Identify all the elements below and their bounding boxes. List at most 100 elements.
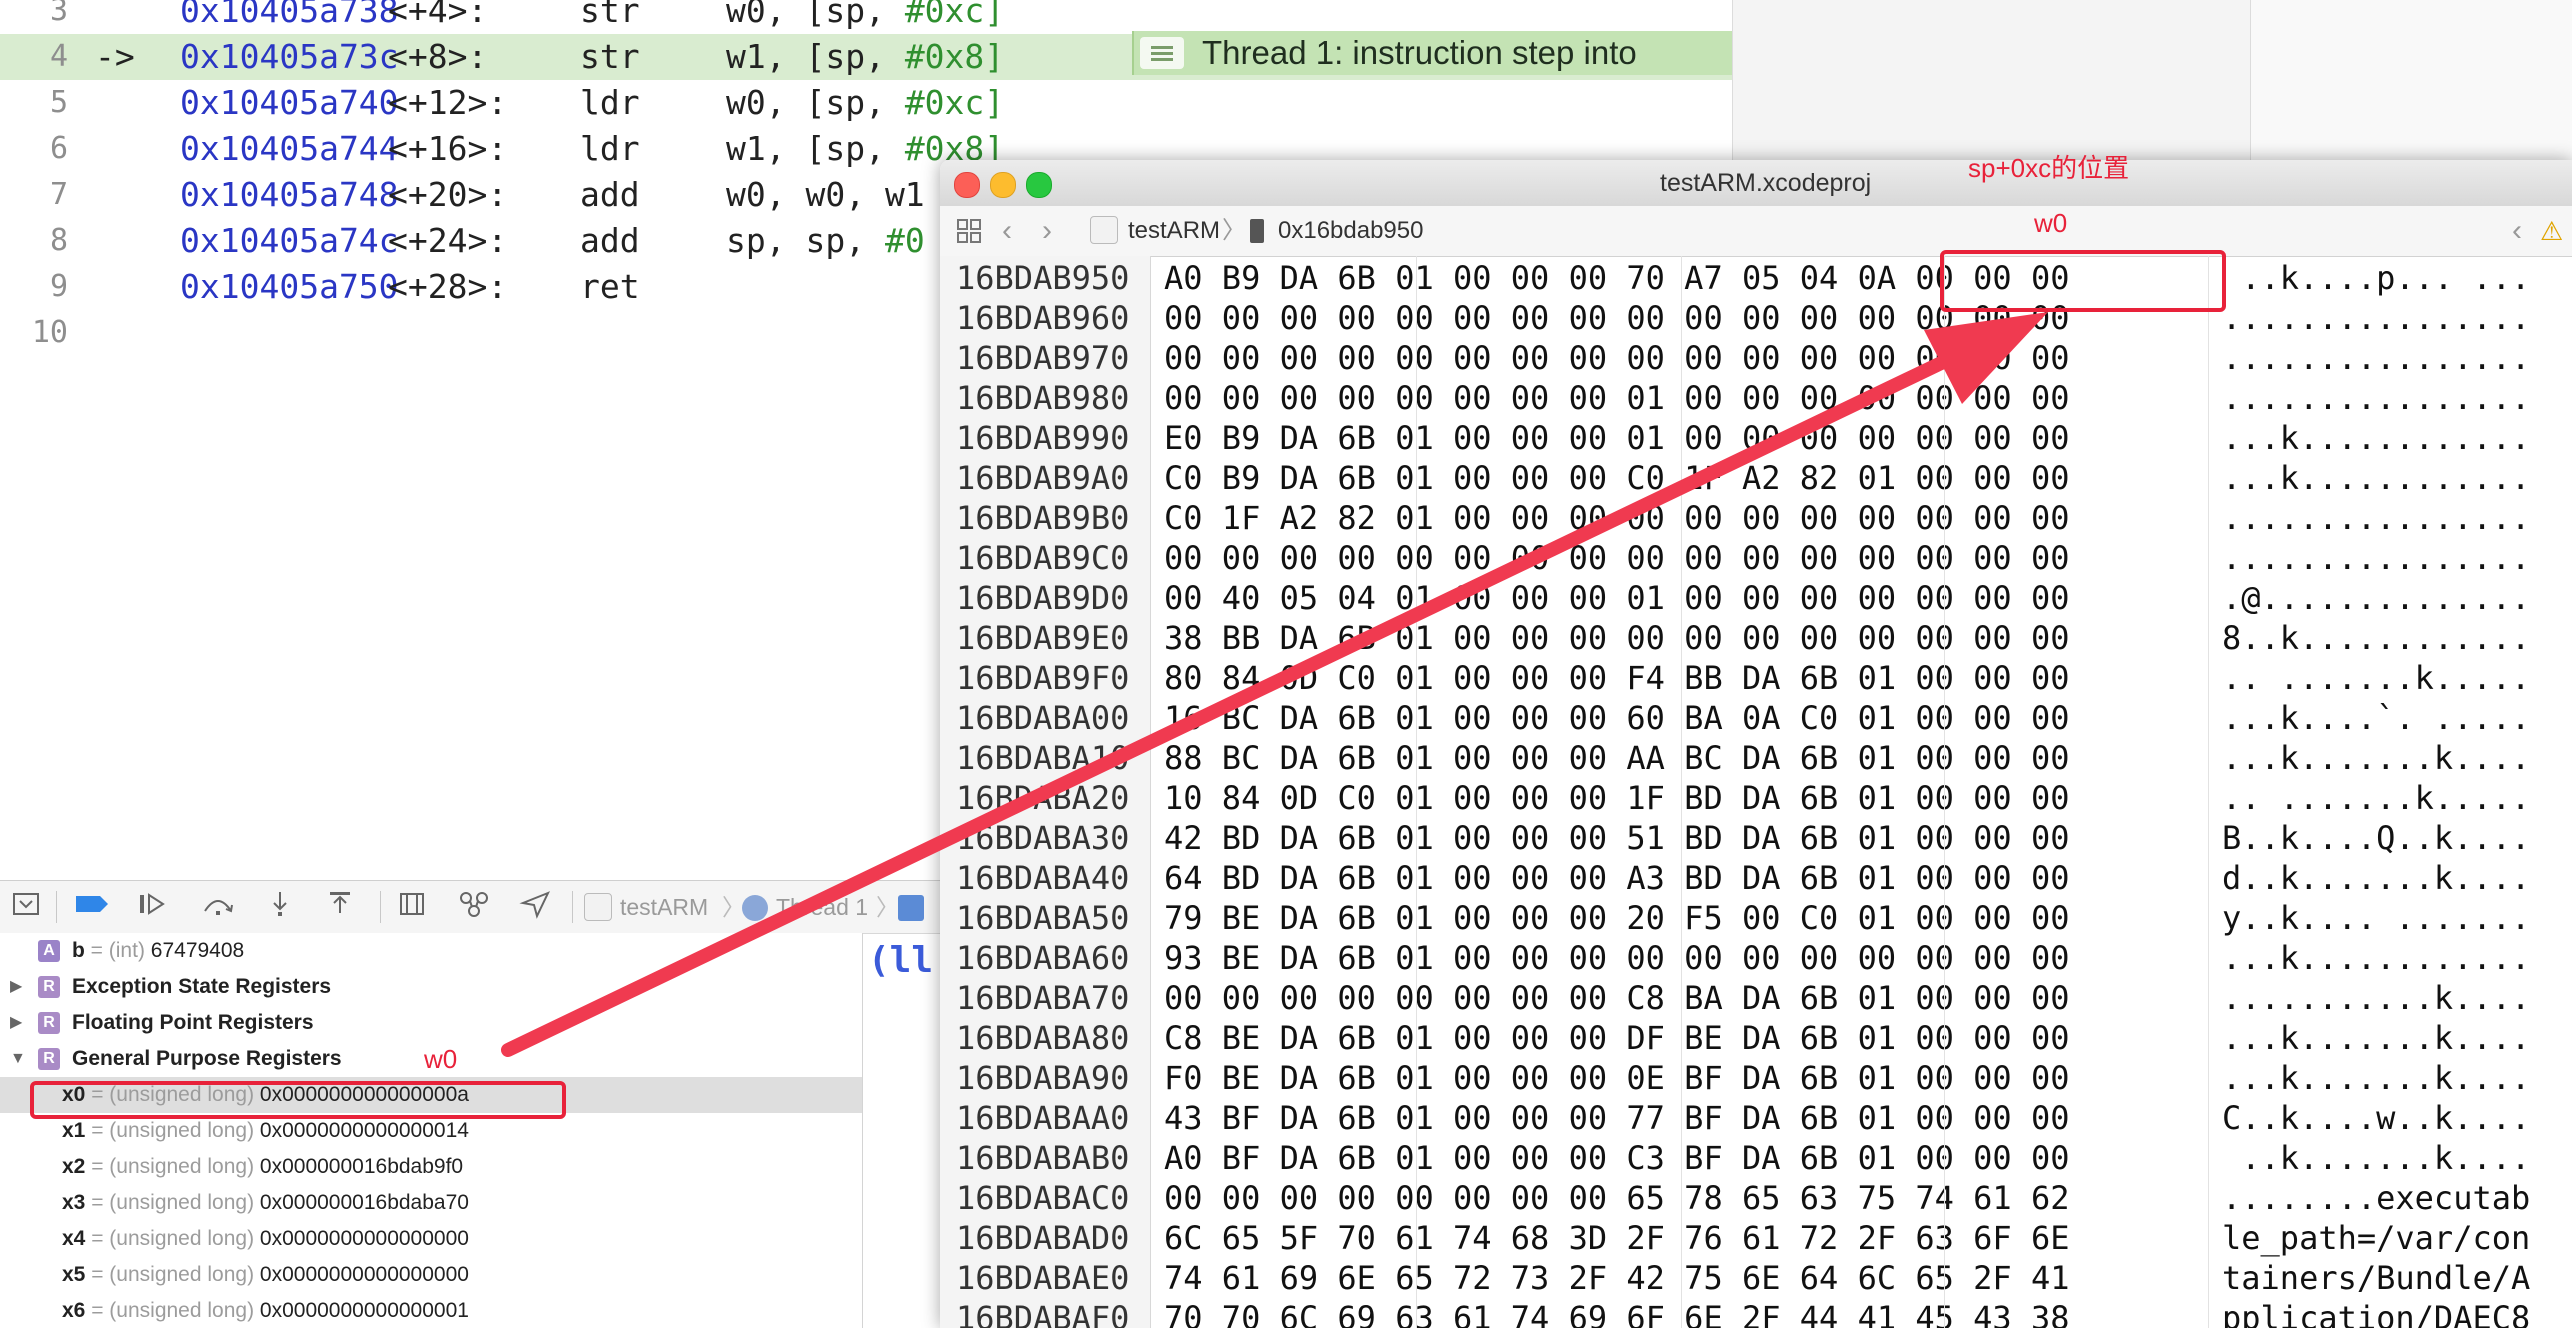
memory-graph-icon[interactable] — [452, 889, 496, 925]
memory-hex-bytes[interactable]: A0 B9 DA 6B 01 00 00 00 70 A7 05 04 0A 0… — [1164, 258, 2069, 298]
memory-hex-bytes[interactable]: C0 1F A2 82 01 00 00 00 00 00 00 00 00 0… — [1164, 498, 2069, 538]
memory-ascii[interactable]: ...........k.... — [2222, 978, 2530, 1018]
memory-row[interactable]: 16BDABA40 64 BD DA 6B 01 00 00 00 A3 BD D… — [940, 858, 2572, 898]
memory-row[interactable]: 16BDABAB0 A0 BF DA 6B 01 00 00 00 C3 BF D… — [940, 1138, 2572, 1178]
memory-ascii[interactable]: ..k....p... ... — [2222, 258, 2530, 298]
memory-hex-bytes[interactable]: C8 BE DA 6B 01 00 00 00 DF BE DA 6B 01 0… — [1164, 1018, 2069, 1058]
memory-hex-bytes[interactable]: 00 00 00 00 00 00 00 00 65 78 65 63 75 7… — [1164, 1178, 2069, 1218]
memory-row[interactable]: 16BDAB9F0 80 84 0D C0 01 00 00 00 F4 BB D… — [940, 658, 2572, 698]
memory-row[interactable]: 16BDABA90 F0 BE DA 6B 01 00 00 00 0E BF D… — [940, 1058, 2572, 1098]
memory-hex-bytes[interactable]: 16 BC DA 6B 01 00 00 00 60 BA 0A C0 01 0… — [1164, 698, 2069, 738]
memory-ascii[interactable]: tainers/Bundle/A — [2222, 1258, 2530, 1298]
memory-row[interactable]: 16BDABA70 00 00 00 00 00 00 00 00 C8 BA D… — [940, 978, 2572, 1018]
memory-ascii[interactable]: le_path=/var/con — [2222, 1218, 2530, 1258]
breadcrumb-thread[interactable]: Thread 1 — [742, 889, 868, 925]
register-row[interactable]: x4 = (unsigned long) 0x0000000000000000 — [0, 1221, 862, 1257]
close-window-button[interactable] — [954, 172, 980, 198]
memory-hex-bytes[interactable]: 74 61 69 6E 65 72 73 2F 42 75 6E 64 6C 6… — [1164, 1258, 2069, 1298]
register-row[interactable]: x3 = (unsigned long) 0x000000016bdaba70 — [0, 1185, 862, 1221]
memory-hex-bytes[interactable]: 93 BE DA 6B 01 00 00 00 00 00 00 00 00 0… — [1164, 938, 2069, 978]
breadcrumb-project[interactable]: testARM — [584, 889, 708, 925]
back-arrow-icon[interactable]: ‹ — [1002, 206, 1012, 256]
memory-hex-bytes[interactable]: 6C 65 5F 70 61 74 68 3D 2F 76 61 72 2F 6… — [1164, 1218, 2069, 1258]
memory-row[interactable]: 16BDAB980 00 00 00 00 00 00 00 00 01 00 0… — [940, 378, 2572, 418]
memory-ascii[interactable]: ..k.......k.... — [2222, 1138, 2530, 1178]
memory-row[interactable]: 16BDABAE0 74 61 69 6E 65 72 73 2F 42 75 6… — [940, 1258, 2572, 1298]
memory-hex-bytes[interactable]: 00 00 00 00 00 00 00 00 C8 BA DA 6B 01 0… — [1164, 978, 2069, 1018]
memory-row[interactable]: 16BDABA60 93 BE DA 6B 01 00 00 00 00 00 0… — [940, 938, 2572, 978]
simulate-location-icon[interactable] — [514, 889, 558, 925]
memory-row[interactable]: 16BDABA10 88 BC DA 6B 01 00 00 00 AA BC D… — [940, 738, 2572, 778]
memory-ascii[interactable]: ...k....`. ..... — [2222, 698, 2530, 738]
memory-ascii[interactable]: .. .......k..... — [2222, 658, 2530, 698]
memory-ascii[interactable]: .. .......k..... — [2222, 778, 2530, 818]
register-row[interactable]: x2 = (unsigned long) 0x000000016bdab9f0 — [0, 1149, 862, 1185]
memory-row[interactable]: 16BDAB9E0 38 BB DA 6B 01 00 00 00 00 00 0… — [940, 618, 2572, 658]
register-group-row[interactable]: ▶ R Exception State Registers — [0, 969, 862, 1005]
memory-ascii[interactable]: B..k....Q..k.... — [2222, 818, 2530, 858]
nav-back-icon[interactable]: ‹ — [2512, 206, 2522, 256]
memory-ascii[interactable]: ...k.......k.... — [2222, 1058, 2530, 1098]
memory-row[interactable]: 16BDABAF0 70 70 6C 69 63 61 74 69 6F 6E 2… — [940, 1298, 2572, 1328]
memory-ascii[interactable]: ...k.......k.... — [2222, 1018, 2530, 1058]
memory-row[interactable]: 16BDABA30 42 BD DA 6B 01 00 00 00 51 BD D… — [940, 818, 2572, 858]
register-row[interactable]: x5 = (unsigned long) 0x0000000000000000 — [0, 1257, 862, 1293]
memory-hex-bytes[interactable]: 79 BE DA 6B 01 00 00 00 20 F5 00 C0 01 0… — [1164, 898, 2069, 938]
memory-hex-bytes[interactable]: A0 BF DA 6B 01 00 00 00 C3 BF DA 6B 01 0… — [1164, 1138, 2069, 1178]
memory-row[interactable]: 16BDABA00 16 BC DA 6B 01 00 00 00 60 BA 0… — [940, 698, 2572, 738]
step-over-icon[interactable] — [196, 889, 240, 925]
memory-row[interactable]: 16BDABAC0 00 00 00 00 00 00 00 00 65 78 6… — [940, 1178, 2572, 1218]
minimize-window-button[interactable] — [990, 172, 1016, 198]
variable-row[interactable]: Ab = (int) 67479408 — [0, 933, 862, 969]
memory-row[interactable]: 16BDABA20 10 84 0D C0 01 00 00 00 1F BD D… — [940, 778, 2572, 818]
memory-hex-bytes[interactable]: 38 BB DA 6B 01 00 00 00 00 00 00 00 00 0… — [1164, 618, 2069, 658]
memory-row[interactable]: 16BDABA80 C8 BE DA 6B 01 00 00 00 DF BE D… — [940, 1018, 2572, 1058]
continue-icon[interactable] — [130, 889, 174, 925]
memory-hex-bytes[interactable]: 00 40 05 04 01 00 00 00 01 00 00 00 00 0… — [1164, 578, 2069, 618]
memory-hex-bytes[interactable]: 80 84 0D C0 01 00 00 00 F4 BB DA 6B 01 0… — [1164, 658, 2069, 698]
memory-hex-bytes[interactable]: 00 00 00 00 00 00 00 00 00 00 00 00 00 0… — [1164, 298, 2069, 338]
memory-row[interactable]: 16BDAB9C0 00 00 00 00 00 00 00 00 00 00 0… — [940, 538, 2572, 578]
memory-ascii[interactable]: ........executab — [2222, 1178, 2530, 1218]
memory-ascii[interactable]: ................ — [2222, 338, 2530, 378]
memory-ascii[interactable]: .@.............. — [2222, 578, 2530, 618]
memory-row[interactable]: 16BDAB9B0 C0 1F A2 82 01 00 00 00 00 00 0… — [940, 498, 2572, 538]
memory-ascii[interactable]: ...k............ — [2222, 938, 2530, 978]
memory-ascii[interactable]: ...k.......k.... — [2222, 738, 2530, 778]
grid-icon[interactable] — [954, 206, 984, 256]
memory-hex-bytes[interactable]: 00 00 00 00 00 00 00 00 01 00 00 00 00 0… — [1164, 378, 2069, 418]
disclosure-closed-icon[interactable]: ▶ — [10, 969, 22, 1005]
memory-row[interactable]: 16BDAB970 00 00 00 00 00 00 00 00 00 00 0… — [940, 338, 2572, 378]
memory-hex-bytes[interactable]: C0 B9 DA 6B 01 00 00 00 C0 1F A2 82 01 0… — [1164, 458, 2069, 498]
memory-ascii[interactable]: d..k.......k.... — [2222, 858, 2530, 898]
memory-ascii[interactable]: pplication/DAEC8 — [2222, 1298, 2530, 1328]
step-into-icon[interactable] — [258, 889, 302, 925]
memory-hex-bytes[interactable]: 43 BF DA 6B 01 00 00 00 77 BF DA 6B 01 0… — [1164, 1098, 2069, 1138]
breakpoints-toggle-icon[interactable] — [70, 889, 114, 925]
memory-row[interactable]: 16BDABAD0 6C 65 5F 70 61 74 68 3D 2F 76 6… — [940, 1218, 2572, 1258]
path-address[interactable]: 0x16bdab950 — [1250, 206, 1423, 256]
path-project[interactable]: testARM — [1090, 206, 1220, 256]
memory-hex-bytes[interactable]: 10 84 0D C0 01 00 00 00 1F BD DA 6B 01 0… — [1164, 778, 2069, 818]
disassembly-line[interactable]: 3 0x10405a738 <+4>: str w0, [sp, #0xc] — [0, 0, 1732, 34]
memory-row[interactable]: 16BDABAA0 43 BF DA 6B 01 00 00 00 77 BF D… — [940, 1098, 2572, 1138]
memory-hex-bytes[interactable]: 70 70 6C 69 63 61 74 69 6F 6E 2F 44 41 4… — [1164, 1298, 2069, 1328]
memory-row[interactable]: 16BDAB960 00 00 00 00 00 00 00 00 00 00 0… — [940, 298, 2572, 338]
disclosure-closed-icon[interactable]: ▶ — [10, 1005, 22, 1041]
register-row[interactable]: x6 = (unsigned long) 0x0000000000000001 — [0, 1293, 862, 1328]
disassembly-line[interactable]: 5 0x10405a740 <+12>: ldr w0, [sp, #0xc] — [0, 80, 1732, 126]
frame-icon[interactable] — [898, 889, 924, 925]
memory-ascii[interactable]: C..k....w..k.... — [2222, 1098, 2530, 1138]
memory-ascii[interactable]: y..k.... ....... — [2222, 898, 2530, 938]
disclosure-open-icon[interactable]: ▼ — [10, 1041, 26, 1077]
memory-row[interactable]: 16BDAB9A0 C0 B9 DA 6B 01 00 00 00 C0 1F A… — [940, 458, 2572, 498]
register-group-row[interactable]: ▶ R Floating Point Registers — [0, 1005, 862, 1041]
memory-row[interactable]: 16BDAB950 A0 B9 DA 6B 01 00 00 00 70 A7 0… — [940, 258, 2572, 298]
warning-icon[interactable]: ⚠ — [2540, 206, 2563, 256]
memory-hex-bytes[interactable]: 42 BD DA 6B 01 00 00 00 51 BD DA 6B 01 0… — [1164, 818, 2069, 858]
memory-hex-bytes[interactable]: 64 BD DA 6B 01 00 00 00 A3 BD DA 6B 01 0… — [1164, 858, 2069, 898]
zoom-window-button[interactable] — [1026, 172, 1052, 198]
memory-hex-bytes[interactable]: 88 BC DA 6B 01 00 00 00 AA BC DA 6B 01 0… — [1164, 738, 2069, 778]
memory-ascii[interactable]: ................ — [2222, 498, 2530, 538]
memory-row[interactable]: 16BDAB9D0 00 40 05 04 01 00 00 00 01 00 0… — [940, 578, 2572, 618]
